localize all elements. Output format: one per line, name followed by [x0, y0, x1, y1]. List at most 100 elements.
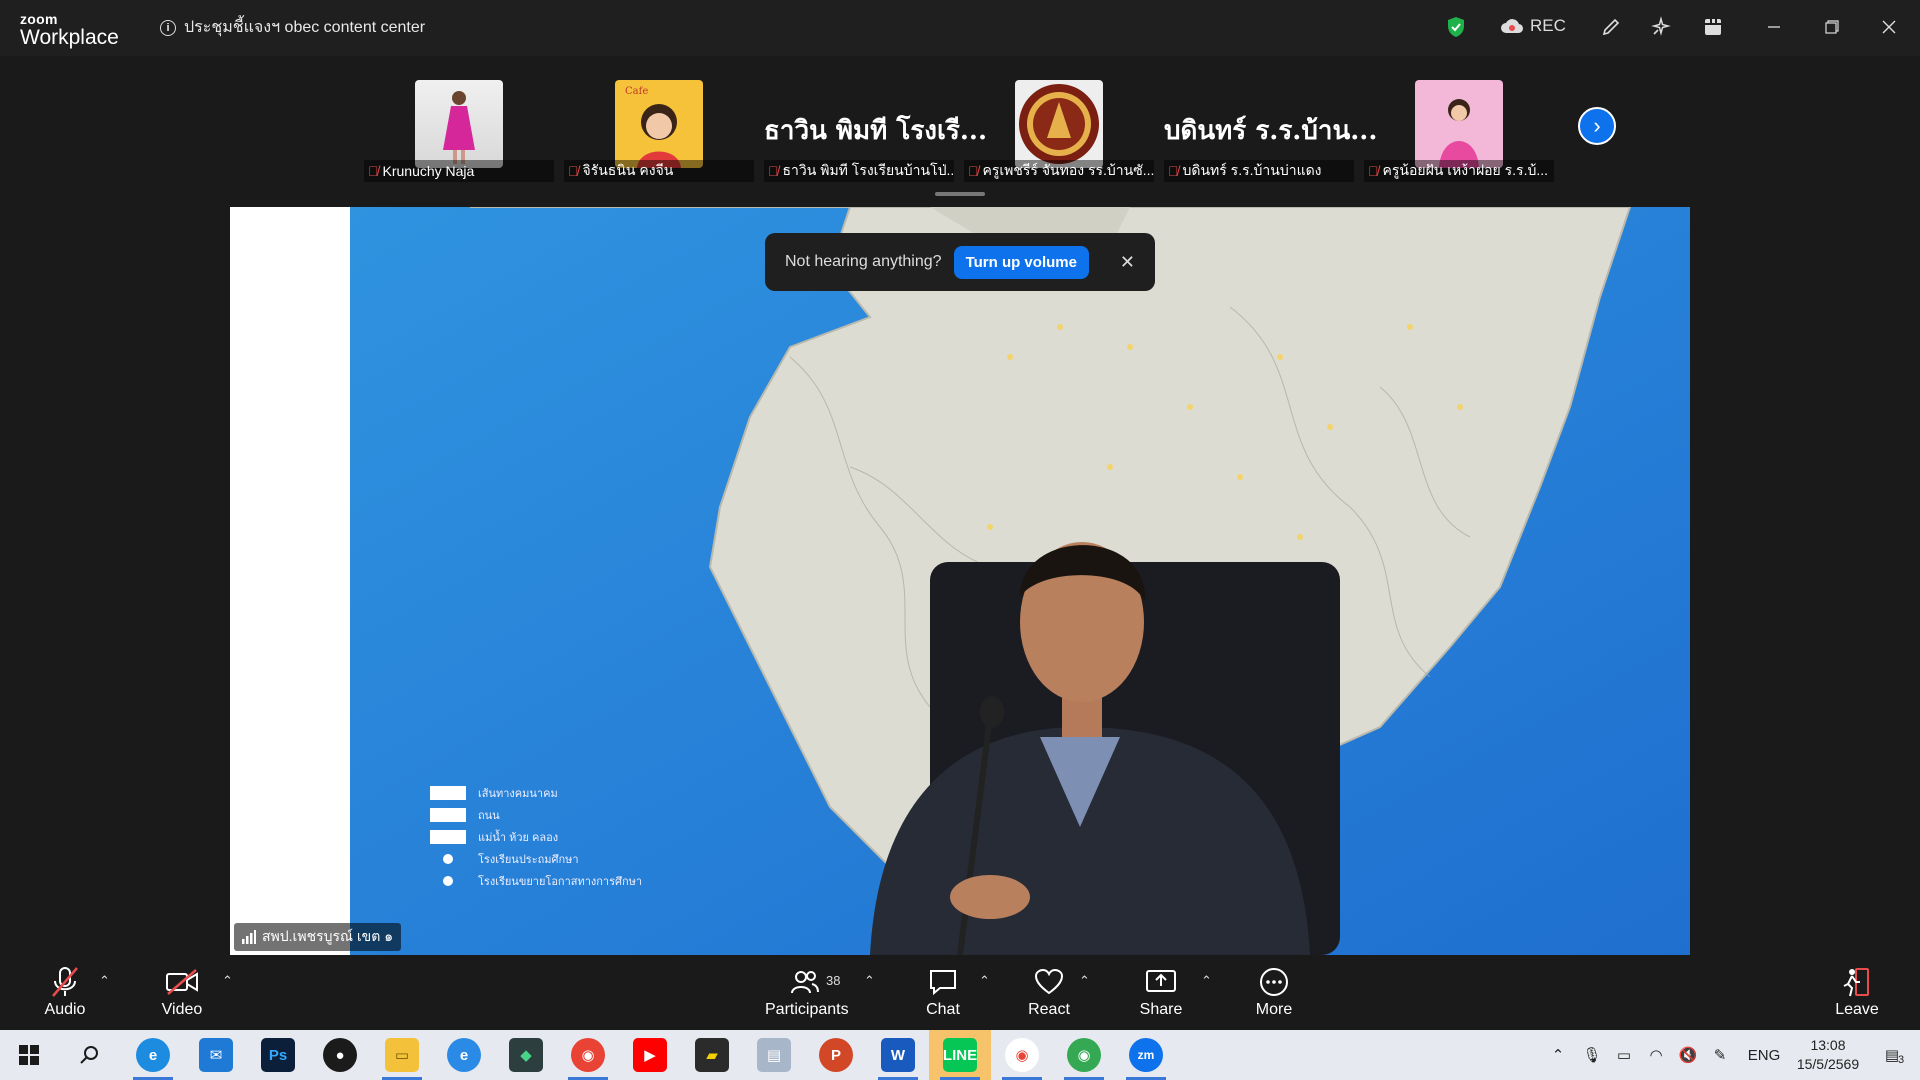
meeting-control-bar: Audio ⌃ Video ⌃ Participants 38 ⌃ Chat ⌃… [0, 955, 1920, 1030]
participant-tile[interactable]: 🎙̸ ครูน้อยฝัน เหง้าฝอย ร.ร.บ้... [1364, 80, 1554, 182]
clock-date: 15/5/2569 [1796, 1056, 1860, 1072]
meeting-info[interactable]: i ประชุมชี้แจงฯ obec content center [160, 15, 425, 40]
app-arrow-icon[interactable]: ◆ [509, 1038, 543, 1072]
chat-options-caret-icon[interactable]: ⌃ [979, 973, 990, 989]
search-icon[interactable] [72, 1038, 106, 1072]
system-tray: ⌃ 🎙 ▭ ◠ 🔇 ✎ ENG 13:08 15/5/2569 ▤ 3 [1540, 1030, 1920, 1080]
youtube-icon[interactable]: ▶ [633, 1038, 667, 1072]
windows-start-icon[interactable] [12, 1038, 46, 1072]
participant-name: Krunuchy Naja [382, 163, 475, 179]
leave-button[interactable]: Leave [1817, 965, 1897, 1019]
toast-close-icon[interactable]: ✕ [1120, 252, 1135, 273]
participant-big-name: บดินทร์ ร.ร.บ้าน... [1164, 116, 1378, 146]
chrome-alt-profile-icon[interactable]: ◉ [1067, 1038, 1101, 1072]
file-explorer-icon[interactable]: ▭ [385, 1038, 419, 1072]
participant-gallery-strip: 🎙̸ Krunuchy Naja Cafe 🎙̸ จิรันธนิน คงจีน… [0, 56, 1920, 196]
speaker-name: สพป.เพชรบูรณ์ เขต ๑ [262, 928, 394, 944]
more-dots-icon [1234, 965, 1314, 999]
share-options-caret-icon[interactable]: ⌃ [1201, 973, 1212, 989]
word-icon[interactable]: W [881, 1038, 915, 1072]
minimize-icon[interactable] [1762, 12, 1786, 42]
react-label: React [1028, 1001, 1070, 1018]
participant-name-bar: 🎙̸ ครูน้อยฝัน เหง้าฝอย ร.ร.บ้... [1364, 160, 1554, 182]
mail-icon[interactable]: ✉ [199, 1038, 233, 1072]
logo-zoom-text: zoom [20, 11, 58, 27]
share-label: Share [1139, 1001, 1183, 1018]
participant-tile[interactable]: ธาวิน พิมที โรงเรี... 🎙̸ ธาวิน พิมที โรง… [764, 80, 987, 182]
chevron-up-icon[interactable]: ⌃ [1540, 1046, 1576, 1064]
legend-swatch [430, 808, 466, 822]
chat-icon [903, 965, 983, 999]
pen-icon[interactable]: ✎ [1704, 1046, 1736, 1064]
gallery-next-button[interactable]: › [1578, 107, 1616, 145]
participant-name: ครูเพชรีร์ จันทอง รร.บ้านซั... [982, 162, 1155, 178]
participant-name: ครูน้อยฝัน เหง้าฝอย ร.ร.บ้... [1382, 162, 1549, 178]
participant-tile[interactable]: บดินทร์ ร.ร.บ้าน... 🎙̸ บดินทร์ ร.ร.บ้านบ… [1164, 80, 1378, 182]
zoom-app-icon[interactable]: zm [1129, 1038, 1163, 1072]
react-button[interactable]: React [1009, 965, 1089, 1019]
audio-options-caret-icon[interactable]: ⌃ [99, 973, 110, 989]
mic-muted-icon: 🎙̸ [768, 163, 779, 179]
participant-video-thumbnail [415, 80, 503, 168]
participant-name: ธาวิน พิมที โรงเรียนบ้านโป่... [782, 162, 955, 178]
share-button[interactable]: Share [1121, 965, 1201, 1019]
mic-muted-icon: 🎙̸ [1368, 163, 1379, 179]
recording-indicator[interactable]: REC [1500, 16, 1566, 36]
audio-button[interactable]: Audio [25, 965, 105, 1019]
sticky-notes-icon[interactable]: ▰ [695, 1038, 729, 1072]
legend-row: เส้นทางคมนาคม [430, 782, 642, 804]
participant-tile[interactable]: Cafe 🎙̸ จิรันธนิน คงจีน [564, 80, 754, 182]
title-bar: zoom Workplace i ประชุมชี้แจงฯ obec cont… [0, 0, 1920, 56]
chevron-right-icon: › [1593, 113, 1601, 138]
speaker-muted-icon[interactable]: 🔇 [1672, 1046, 1704, 1064]
ai-companion-icon[interactable] [1646, 12, 1676, 42]
wifi-icon[interactable]: ◠ [1640, 1046, 1672, 1064]
toast-message: Not hearing anything? [785, 253, 942, 270]
video-options-caret-icon[interactable]: ⌃ [222, 973, 233, 989]
participants-options-caret-icon[interactable]: ⌃ [864, 973, 875, 989]
chat-label: Chat [926, 1001, 960, 1018]
participant-tile[interactable]: 🎙̸ Krunuchy Naja [364, 80, 554, 182]
participant-video-thumbnail: Cafe [615, 80, 703, 168]
notification-center-icon[interactable]: ▤ 3 [1864, 1046, 1920, 1066]
participants-label: Participants [765, 1001, 849, 1018]
meeting-title: ประชุมชี้แจงฯ obec content center [184, 19, 426, 36]
legend-label: ถนน [478, 810, 500, 822]
powerpoint-icon[interactable]: P [819, 1038, 853, 1072]
maps-pin-icon[interactable]: ● [323, 1038, 357, 1072]
language-indicator[interactable]: ENG [1736, 1047, 1792, 1064]
line-app-icon[interactable]: LINE [943, 1038, 977, 1072]
chrome-icon[interactable]: ◉ [1005, 1038, 1039, 1072]
restore-icon[interactable] [1820, 12, 1844, 42]
info-icon[interactable]: i [160, 19, 176, 36]
photoshop-icon[interactable]: Ps [261, 1038, 295, 1072]
legend-label: เส้นทางคมนาคม [478, 788, 558, 800]
view-layout-icon[interactable] [1698, 12, 1728, 42]
participant-name-bar: 🎙̸ บดินทร์ ร.ร.บ้านบ่าแดง [1164, 160, 1354, 182]
internet-explorer-icon[interactable]: e [447, 1038, 481, 1072]
annotate-pencil-icon[interactable] [1596, 12, 1626, 42]
main-speaker-video[interactable]: เส้นทางคมนาคม ถนน แม่น้ำ ห้วย คลอง โรงเร… [230, 207, 1690, 955]
clock-time: 13:08 [1810, 1037, 1846, 1054]
participant-name-bar: 🎙̸ จิรันธนิน คงจีน [564, 160, 754, 182]
close-icon[interactable] [1877, 12, 1901, 42]
mic-muted-icon [25, 965, 105, 999]
zoom-logo: zoom Workplace [20, 12, 119, 48]
chrome-profile-icon[interactable]: ◉ [571, 1038, 605, 1072]
microphone-icon[interactable]: 🎙 [1576, 1046, 1608, 1064]
participant-tile[interactable]: 🎙̸ ครูเพชรีร์ จันทอง รร.บ้านซั... [964, 80, 1155, 182]
chat-button[interactable]: Chat [903, 965, 983, 1019]
more-button[interactable]: More [1234, 965, 1314, 1019]
edge-browser-icon[interactable]: e [136, 1038, 170, 1072]
participant-name: บดินทร์ ร.ร.บ้านบ่าแดง [1182, 162, 1322, 178]
legend-row: ถนน [430, 804, 642, 826]
security-shield-icon[interactable] [1446, 12, 1466, 42]
strip-resize-handle[interactable] [935, 192, 985, 196]
windows-taskbar: e ✉ Ps ● ▭ e ◆ ◉ ▶ ▰ ▤ P W LINE ◉ ◉ zm ⌃… [0, 1030, 1920, 1080]
react-options-caret-icon[interactable]: ⌃ [1079, 973, 1090, 989]
turn-up-volume-button[interactable]: Turn up volume [953, 245, 1089, 279]
photo-viewer-icon[interactable]: ▤ [757, 1038, 791, 1072]
video-button[interactable]: Video [142, 965, 222, 1019]
clock[interactable]: 13:08 15/5/2569 [1792, 1036, 1864, 1074]
battery-icon[interactable]: ▭ [1608, 1046, 1640, 1064]
